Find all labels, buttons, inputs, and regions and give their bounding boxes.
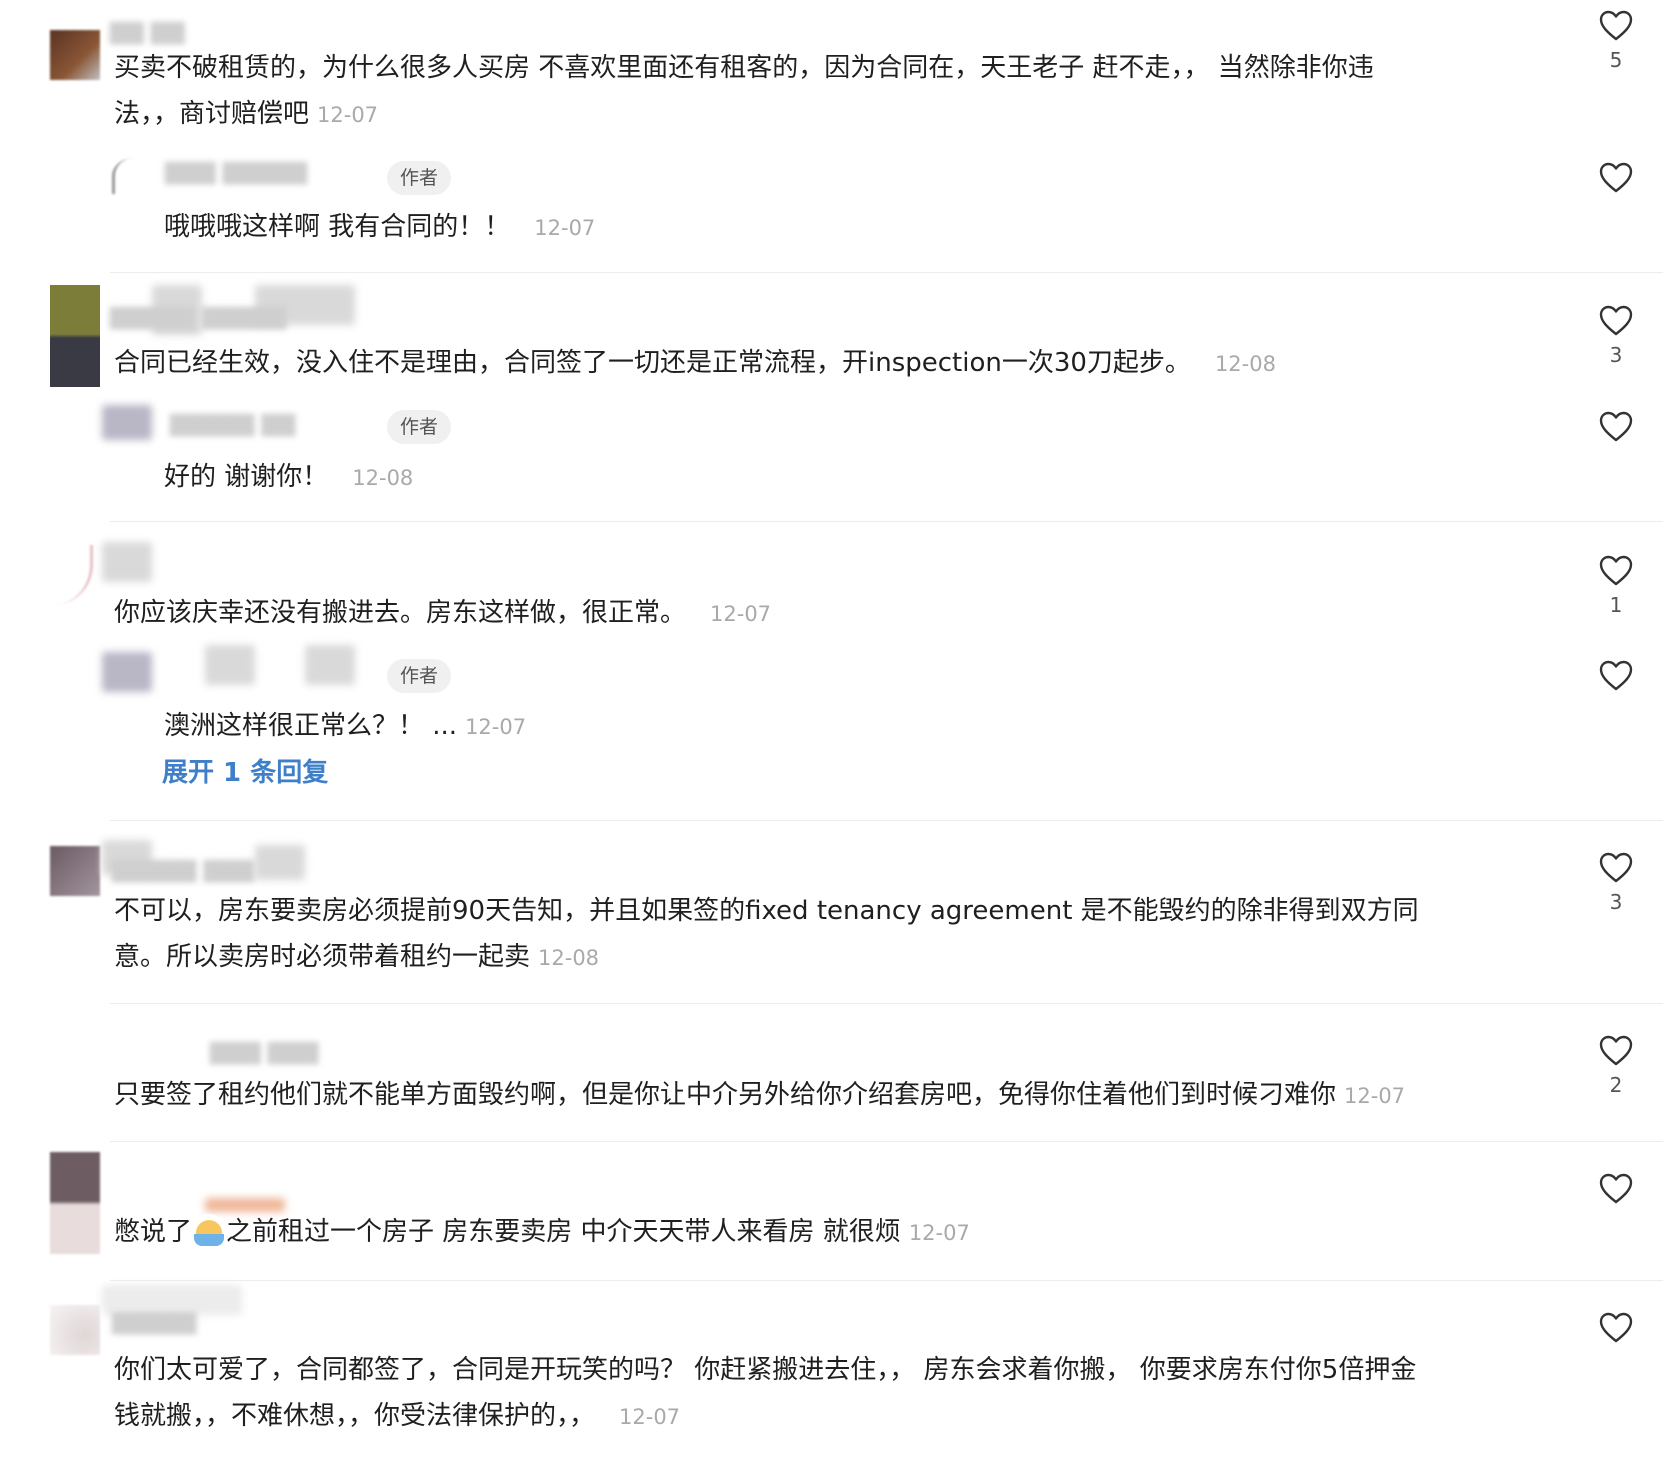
heart-icon[interactable]: [1599, 1173, 1633, 1205]
comment-date: 12-07: [908, 1221, 970, 1245]
divider: [110, 1003, 1663, 1004]
avatar[interactable]: [102, 405, 152, 440]
comment-text: 买卖不破租赁的，为什么很多人买房 不喜欢里面还有租客的，因为合同在，天王老子 赶…: [114, 53, 1374, 83]
avatar[interactable]: [40, 545, 93, 605]
reply-text: 哦哦哦这样啊 我有合同的！！ 12-07: [164, 212, 596, 242]
avatar[interactable]: [50, 1152, 100, 1254]
divider: [110, 272, 1663, 273]
avatar[interactable]: [50, 285, 100, 387]
reply-date: 12-07: [465, 715, 527, 739]
comment-text: 憋说了 之前租过一个房子 房东要卖房 中介天天带人来看房 就很烦 12-07: [114, 1209, 970, 1256]
divider: [110, 521, 1663, 522]
comment-text: 法，，商讨赔偿吧 12-07: [114, 99, 379, 129]
like-count: 3: [1609, 343, 1623, 367]
like-count: 3: [1609, 890, 1623, 914]
comment-text: 不可以，房东要卖房必须提前90天告知，并且如果签的fixed tenancy a…: [114, 896, 1419, 926]
heart-icon[interactable]: [1599, 10, 1633, 42]
comment-date: 12-07: [619, 1405, 681, 1429]
avatar[interactable]: [50, 30, 100, 80]
comment-text: 只要签了租约他们就不能单方面毁约啊，但是你让中介另外给你介绍套房吧，免得你住着他…: [114, 1080, 1406, 1110]
heart-icon[interactable]: [1599, 660, 1633, 692]
comment-text: 合同已经生效，没入住不是理由，合同签了一切还是正常流程，开inspection一…: [114, 348, 1276, 378]
reply-text: 好的 谢谢你！ 12-08: [164, 462, 414, 492]
author-badge: 作者: [387, 659, 452, 693]
heart-icon[interactable]: [1599, 1035, 1633, 1067]
comment-date: 12-07: [1344, 1084, 1406, 1108]
avatar[interactable]: [50, 846, 100, 896]
like-count: 5: [1609, 48, 1623, 72]
comment-date: 12-08: [538, 946, 600, 970]
divider: [110, 1280, 1663, 1281]
comment-date: 12-08: [1214, 352, 1276, 376]
reply-date: 12-07: [534, 216, 596, 240]
divider: [110, 820, 1663, 821]
comment-text: 你们太可爱了，合同都签了，合同是开玩笑的吗？ 你赶紧搬进去住，， 房东会求着你搬…: [114, 1355, 1417, 1385]
avatar[interactable]: [102, 652, 152, 692]
divider: [110, 1141, 1663, 1142]
avatar[interactable]: [50, 1305, 100, 1355]
avatar[interactable]: [112, 158, 155, 194]
comment-text: 你应该庆幸还没有搬进去。房东这样做，很正常。 12-07: [114, 598, 772, 628]
comment-text: 钱就搬，，不难休想，，你受法律保护的，， 12-07: [114, 1401, 681, 1431]
author-badge: 作者: [387, 161, 452, 195]
heart-icon[interactable]: [1599, 411, 1633, 443]
heart-icon[interactable]: [1599, 852, 1633, 884]
author-badge: 作者: [387, 410, 452, 444]
reply-text: 澳洲这样很正常么？！ ... 12-07: [164, 711, 527, 741]
heart-icon[interactable]: [1599, 1312, 1633, 1344]
like-count: 1: [1609, 593, 1623, 617]
reply-date: 12-08: [352, 466, 414, 490]
heart-icon[interactable]: [1599, 305, 1633, 337]
crying-emoji-icon: [192, 1214, 227, 1246]
like-count: 2: [1609, 1073, 1623, 1097]
comment-date: 12-07: [317, 103, 379, 127]
heart-icon[interactable]: [1599, 555, 1633, 587]
expand-replies-link[interactable]: 展开 1 条回复: [162, 752, 328, 789]
comment-date: 12-07: [710, 602, 772, 626]
comment-text: 意。所以卖房时必须带着租约一起卖 12-08: [114, 942, 600, 972]
heart-icon[interactable]: [1599, 162, 1633, 194]
